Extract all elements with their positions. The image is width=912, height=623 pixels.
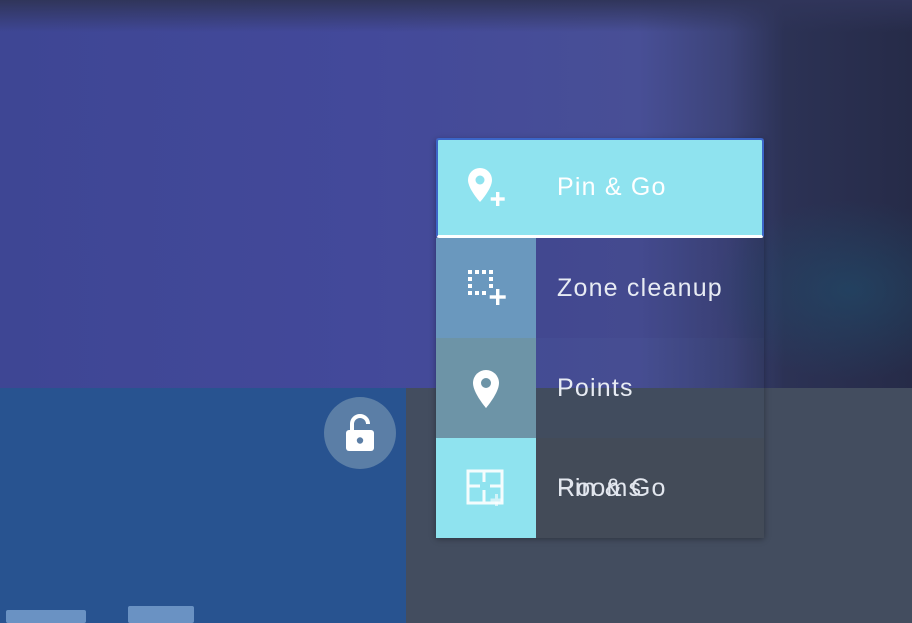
menu-item-label: Points xyxy=(557,373,634,402)
map-fragment xyxy=(6,610,86,623)
menu-item-rooms[interactable]: Rooms Pin & Go xyxy=(436,438,764,538)
menu-item-points[interactable]: Points xyxy=(436,338,764,438)
menu-item-label-overlap: Pin & Go xyxy=(557,473,667,502)
lock-button[interactable] xyxy=(324,397,396,469)
menu-item-zone-cleanup[interactable]: Zone cleanup xyxy=(436,238,764,338)
menu-item-icon-cell xyxy=(436,438,536,538)
zone-plus-icon xyxy=(468,270,506,305)
pin-plus-icon xyxy=(468,167,505,206)
menu-item-pin-and-go[interactable]: Pin & Go xyxy=(436,138,764,238)
menu-item-label: Rooms Pin & Go xyxy=(557,474,665,503)
menu-item-label: Zone cleanup xyxy=(557,273,723,302)
map-background-top-strip xyxy=(0,0,912,32)
unlock-icon xyxy=(346,414,374,451)
menu-item-icon-cell xyxy=(436,338,536,438)
app-screen: Pin & Go Zone cleanup Points Rooms Pin &… xyxy=(0,0,912,623)
map-fragment xyxy=(128,606,194,623)
pin-icon xyxy=(473,370,499,408)
floorplan-icon xyxy=(466,469,504,506)
mode-menu: Pin & Go Zone cleanup Points Rooms Pin &… xyxy=(436,138,764,538)
menu-item-icon-cell xyxy=(436,238,536,338)
menu-item-label: Pin & Go xyxy=(557,173,667,201)
menu-item-icon-cell xyxy=(438,138,534,238)
